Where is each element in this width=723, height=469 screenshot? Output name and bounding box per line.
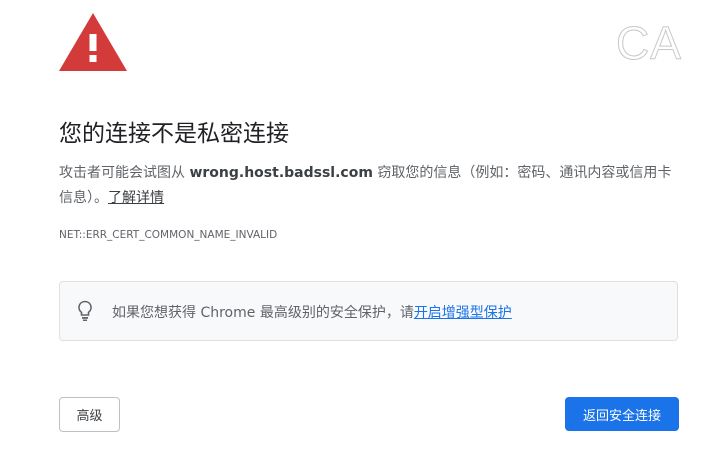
page-title: 您的连接不是私密连接 [59,121,289,147]
error-code[interactable]: NET::ERR_CERT_COMMON_NAME_INVALID [59,229,277,241]
advanced-button[interactable]: 高级 [59,397,120,432]
enhanced-protection-link[interactable]: 开启增强型保护 [414,305,512,321]
host-name: wrong.host.badssl.com [189,165,373,181]
learn-more-link[interactable]: 了解详情 [108,190,164,206]
warning-triangle-icon [59,13,127,71]
description-prefix: 攻击者可能会试图从 [59,165,190,181]
enhanced-protection-banner: 如果您想获得 Chrome 最高级别的安全保护，请开启增强型保护 [59,281,678,341]
back-to-safety-button[interactable]: 返回安全连接 [565,397,679,431]
error-description: 攻击者可能会试图从 wrong.host.badssl.com 窃取您的信息（例… [59,161,684,211]
lightbulb-icon [78,300,92,321]
enhanced-text: 如果您想获得 Chrome 最高级别的安全保护，请 [112,305,414,321]
ca-watermark: CA [616,17,682,70]
